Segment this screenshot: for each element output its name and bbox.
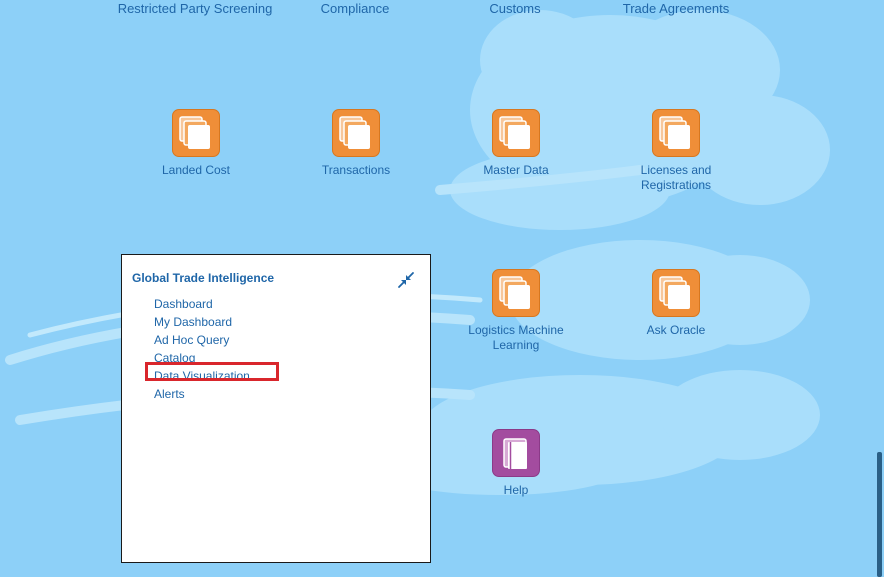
- panel-title: Global Trade Intelligence: [132, 271, 275, 285]
- vertical-scrollbar-thumb[interactable]: [877, 452, 882, 577]
- dashboard-link[interactable]: Dashboard: [154, 295, 250, 313]
- stacked-pages-icon: [652, 269, 700, 317]
- help-label: Help: [503, 483, 529, 497]
- compliance-link[interactable]: Compliance: [265, 1, 445, 16]
- logistics-machine-learning-label: Logistics Machine Learning: [446, 323, 586, 353]
- logistics-label-line-1: Logistics Machine: [468, 323, 564, 337]
- collapse-arrows-icon[interactable]: [397, 271, 415, 289]
- book-icon: [492, 429, 540, 477]
- landed-cost-tile[interactable]: Landed Cost: [126, 109, 266, 178]
- global-trade-intelligence-panel: Global Trade Intelligence Dashboard My D…: [121, 254, 431, 563]
- ask-oracle-tile[interactable]: Ask Oracle: [606, 269, 746, 338]
- licenses-and-registrations-label: Licenses and Registrations: [606, 163, 746, 193]
- licenses-and-registrations-tile[interactable]: Licenses and Registrations: [606, 109, 746, 193]
- stacked-pages-icon: [492, 109, 540, 157]
- master-data-label: Master Data: [483, 163, 549, 177]
- transactions-tile[interactable]: Transactions: [286, 109, 426, 178]
- licenses-label-line-2: Registrations: [640, 178, 712, 192]
- logistics-label-line-2: Learning: [492, 338, 540, 352]
- ask-oracle-label: Ask Oracle: [646, 323, 706, 337]
- alerts-link[interactable]: Alerts: [154, 385, 250, 403]
- stacked-pages-icon: [652, 109, 700, 157]
- landed-cost-label: Landed Cost: [161, 163, 231, 177]
- stacked-pages-icon: [332, 109, 380, 157]
- transactions-label: Transactions: [321, 163, 391, 177]
- panel-link-list: Dashboard My Dashboard Ad Hoc Query Cata…: [154, 295, 250, 403]
- help-tile[interactable]: Help: [446, 429, 586, 498]
- master-data-tile[interactable]: Master Data: [446, 109, 586, 178]
- licenses-label-line-1: Licenses and: [640, 163, 712, 177]
- logistics-machine-learning-tile[interactable]: Logistics Machine Learning: [446, 269, 586, 353]
- ad-hoc-query-link[interactable]: Ad Hoc Query: [154, 331, 250, 349]
- data-visualization-highlight: [145, 362, 279, 381]
- stacked-pages-icon: [492, 269, 540, 317]
- trade-agreements-link[interactable]: Trade Agreements: [586, 1, 766, 16]
- customs-link[interactable]: Customs: [425, 1, 605, 16]
- stacked-pages-icon: [172, 109, 220, 157]
- my-dashboard-link[interactable]: My Dashboard: [154, 313, 250, 331]
- restricted-party-screening-link[interactable]: Restricted Party Screening: [105, 1, 285, 16]
